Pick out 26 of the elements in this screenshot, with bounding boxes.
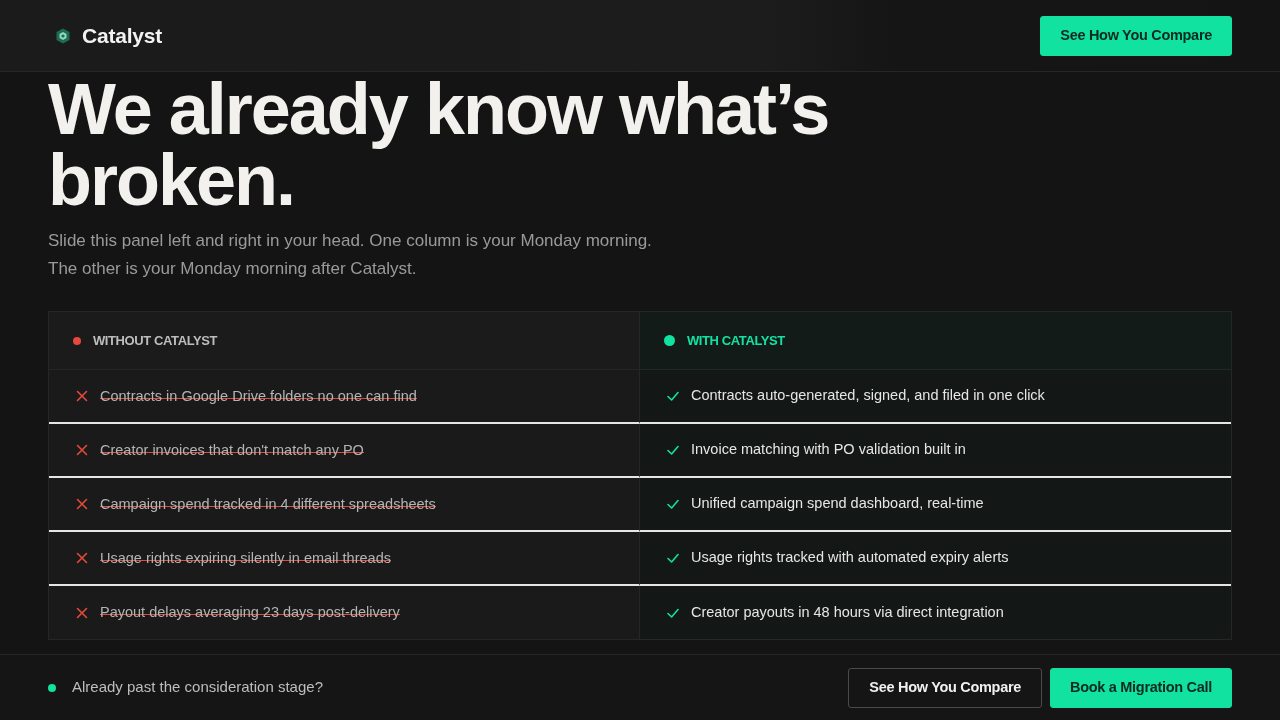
- column-heading: WITHOUT CATALYST: [93, 331, 218, 350]
- column-heading: WITH CATALYST: [687, 331, 785, 350]
- cross-icon: [76, 444, 88, 457]
- cross-icon: [76, 606, 88, 619]
- book-call-button[interactable]: Book a Migration Call: [1050, 667, 1232, 708]
- feature-text: Usage rights tracked with automated expiry alerts: [691, 548, 1009, 568]
- feature-text: Creator payouts in 48 hours via direct integration: [691, 602, 1004, 622]
- logo-icon: [56, 27, 70, 44]
- check-icon: [667, 498, 679, 511]
- status-dot-icon: [48, 683, 56, 692]
- feature-text: Contracts auto-generated, signed, and filed in one click: [691, 386, 1045, 406]
- compare-button[interactable]: See How You Compare: [1040, 15, 1232, 56]
- compare-button[interactable]: See How You Compare: [848, 667, 1043, 708]
- check-icon: [667, 390, 679, 403]
- cross-icon: [76, 552, 88, 565]
- headline: We already know what’s broken.: [48, 74, 830, 216]
- feature-text: Invoice matching with PO validation built in: [691, 440, 966, 460]
- brand-name: Catalyst: [82, 22, 163, 49]
- feature-text: Unified campaign spend dashboard, real-time: [691, 494, 984, 514]
- cross-icon: [76, 390, 88, 403]
- cross-icon: [76, 498, 88, 511]
- check-icon: [667, 552, 679, 565]
- subtitle-text: Slide this panel left and right in your head. One column is your Monday morning. The other is your Monday morning after Catalyst.: [48, 230, 653, 281]
- prompt-text: Already past the consideration stage?: [72, 677, 323, 698]
- check-icon: [667, 606, 679, 619]
- check-icon: [667, 444, 679, 457]
